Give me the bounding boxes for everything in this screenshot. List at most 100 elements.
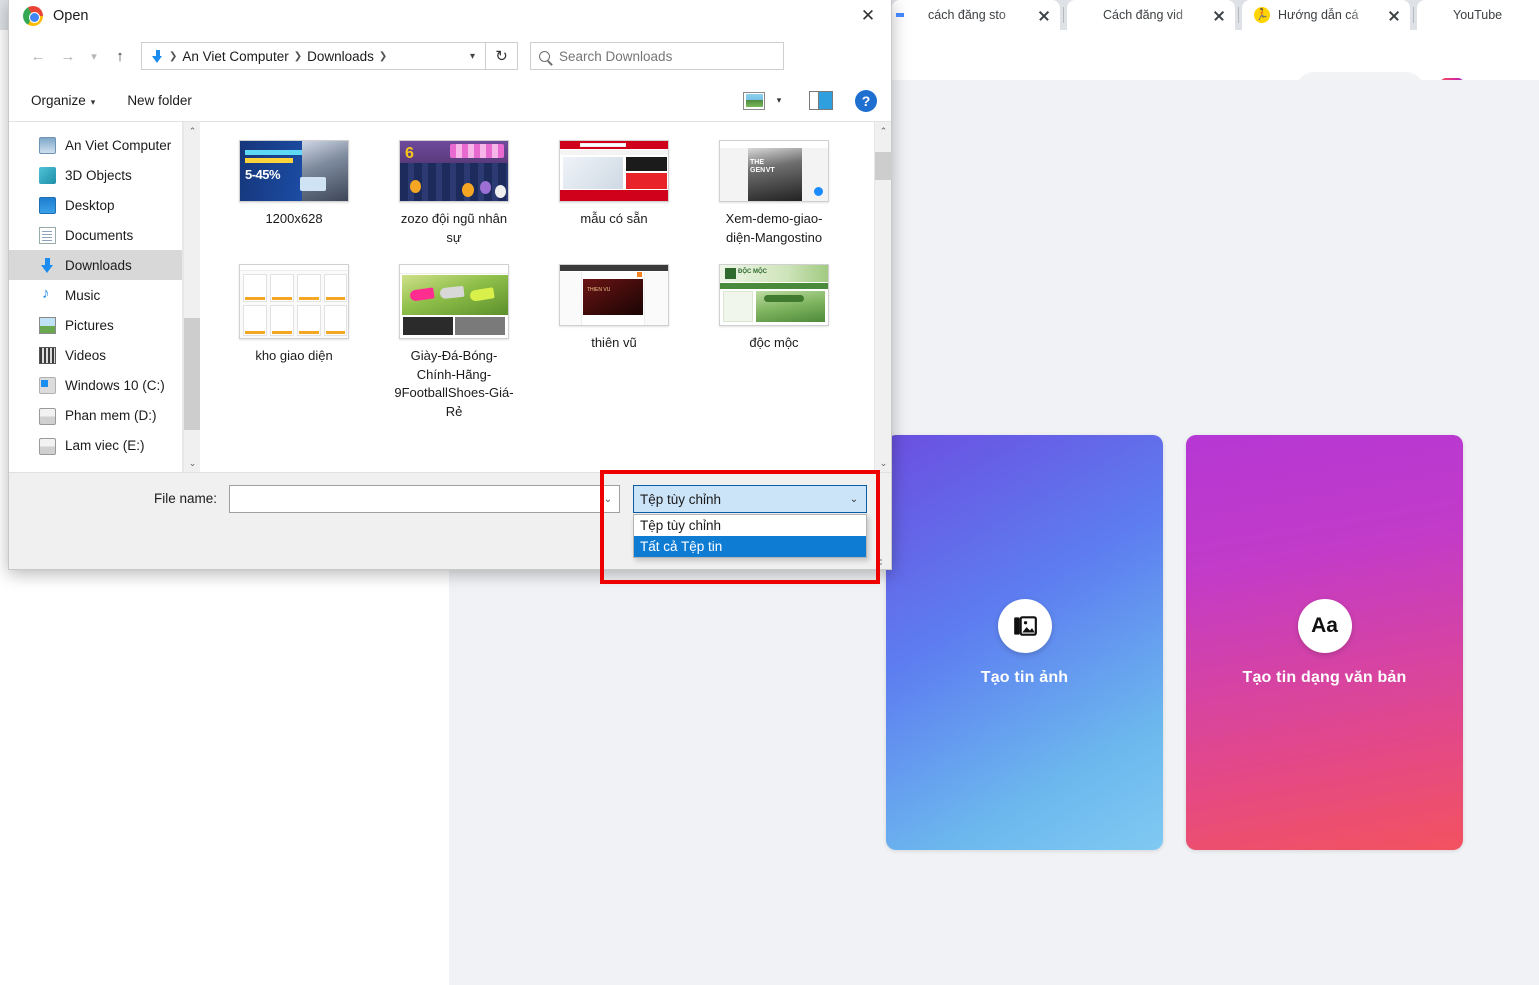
scroll-up-icon[interactable]: ⌃	[875, 122, 892, 140]
tab-title: YouTube	[1453, 8, 1503, 22]
browser-tab-1[interactable]: cách đăng sto	[892, 0, 1060, 30]
organize-button[interactable]: Organize ▾	[21, 89, 105, 112]
tab-title: Cách đăng vid	[1103, 8, 1183, 22]
file-type-option-all-files[interactable]: Tất cả Tệp tin	[634, 536, 866, 557]
chrome-icon	[23, 6, 43, 26]
breadcrumb[interactable]: ❯ An Viet Computer ❯ Downloads ❯ ▾	[141, 42, 486, 70]
back-button[interactable]: ←	[23, 41, 53, 71]
sidebar-item-windows-10-c[interactable]: Windows 10 (C:)	[9, 370, 182, 400]
file-item[interactable]: ĐỘC MỘC độc mộc	[694, 258, 854, 432]
chevron-down-icon[interactable]: ⌄	[842, 494, 866, 505]
scroll-up-icon[interactable]: ⌃	[184, 122, 201, 140]
sidebar-item-desktop[interactable]: Desktop	[9, 190, 182, 220]
up-button[interactable]: ↑	[105, 41, 135, 71]
chevron-down-icon[interactable]: ⌄	[597, 494, 619, 505]
document-icon	[39, 226, 56, 244]
sidebar-item-label: Music	[65, 287, 101, 303]
file-grid: 5-45% 1200x628 6 zozo đội ngũ nhân sự mẫ…	[200, 122, 874, 432]
sidebar-item-lam-viec-e[interactable]: Lam viec (E:)	[9, 430, 182, 460]
sidebar-item-label: Pictures	[65, 317, 114, 333]
scroll-down-icon[interactable]: ⌄	[184, 454, 201, 472]
close-icon[interactable]: ✕	[845, 0, 891, 32]
file-thumbnail: THIEN VU	[559, 263, 669, 326]
sidebar-item-phan-mem-d[interactable]: Phan mem (D:)	[9, 400, 182, 430]
search-icon	[539, 50, 550, 62]
windows-drive-icon	[39, 376, 56, 394]
sidebar-item-label: Documents	[65, 227, 134, 243]
youtube-icon	[1429, 7, 1445, 23]
browser-tab-4[interactable]: YouTube	[1417, 0, 1539, 30]
file-item[interactable]: THE GEN VT Xem-demo-giao-diện-Mangostino	[694, 134, 854, 258]
tab-separator	[1063, 7, 1064, 23]
sidebar-item-downloads[interactable]: Downloads	[9, 250, 182, 280]
file-item[interactable]: kho giao diện	[214, 258, 374, 432]
search-box[interactable]: Search Downloads	[530, 42, 784, 70]
file-type-option-custom[interactable]: Tệp tùy chỉnh	[634, 515, 866, 536]
sidebar-item-an-viet-computer[interactable]: An Viet Computer	[9, 130, 182, 160]
dialog-command-bar: Organize ▾ New folder ▾ ?	[9, 80, 891, 122]
file-item[interactable]: Giày-Đá-Bóng-Chính-Hãng-9FootballShoes-G…	[374, 258, 534, 432]
file-name-label: File name:	[154, 491, 218, 506]
file-name-input[interactable]: ⌄	[229, 485, 620, 513]
file-type-filter-combobox[interactable]: Tệp tùy chỉnh ⌄	[633, 485, 867, 513]
file-name: Giày-Đá-Bóng-Chính-Hãng-9FootballShoes-G…	[394, 347, 514, 420]
scroll-down-icon[interactable]: ⌄	[875, 454, 892, 472]
computer-icon	[39, 136, 56, 154]
search-input-placeholder[interactable]: Search Downloads	[559, 49, 672, 64]
preview-pane-icon[interactable]	[809, 91, 833, 110]
file-list-pane[interactable]: 5-45% 1200x628 6 zozo đội ngũ nhân sự mẫ…	[200, 122, 874, 472]
file-item[interactable]: mẫu có sẵn	[534, 134, 694, 258]
dialog-navigation-bar: ← → ▾ ↑ ❯ An Viet Computer ❯ Downloads ❯…	[9, 32, 891, 80]
new-folder-button[interactable]: New folder	[117, 89, 202, 112]
sidebar-item-videos[interactable]: Videos	[9, 340, 182, 370]
help-icon[interactable]: ?	[855, 89, 877, 112]
tab-close-icon[interactable]	[1036, 7, 1052, 23]
file-item[interactable]: 5-45% 1200x628	[214, 134, 374, 258]
breadcrumb-item-1[interactable]: Downloads	[304, 49, 377, 64]
resize-grip[interactable]	[875, 558, 887, 570]
file-thumbnail	[399, 263, 509, 339]
file-type-dropdown-list[interactable]: Tệp tùy chỉnh Tất cả Tệp tin	[633, 514, 867, 558]
file-list-scrollbar[interactable]: ⌃ ⌄	[874, 122, 892, 472]
file-name: độc mộc	[749, 334, 799, 350]
tab-title: cách đăng sto	[928, 8, 1006, 22]
file-item[interactable]: THIEN VU thiên vũ	[534, 258, 694, 432]
scrollbar-thumb[interactable]	[875, 152, 892, 180]
recent-locations-button[interactable]: ▾	[83, 41, 105, 71]
file-name: thiên vũ	[591, 334, 637, 350]
dialog-title: Open	[53, 8, 89, 24]
dialog-body: An Viet Computer 3D Objects Desktop Docu…	[9, 122, 892, 472]
file-name: Xem-demo-giao-diện-Mangostino	[725, 211, 823, 245]
sidebar-item-label: Desktop	[65, 197, 115, 213]
forward-button[interactable]: →	[53, 41, 83, 71]
photo-icon	[997, 598, 1052, 653]
file-name: zozo đội ngũ nhân sự	[400, 211, 508, 245]
sidebar-scrollbar[interactable]: ⌃ ⌄	[183, 122, 201, 472]
aa-text-icon: Aa	[1297, 598, 1352, 653]
dialog-title-bar: Open ✕	[9, 0, 891, 32]
tab-close-icon[interactable]	[1386, 7, 1402, 23]
sidebar-item-pictures[interactable]: Pictures	[9, 310, 182, 340]
file-name: 1200x628	[265, 211, 323, 226]
tab-close-icon[interactable]	[1211, 7, 1227, 23]
view-options-icon[interactable]	[743, 91, 765, 110]
create-photo-story-card[interactable]: Tạo tin ảnh	[886, 435, 1163, 850]
file-name: kho giao diện	[255, 347, 333, 363]
sidebar-item-documents[interactable]: Documents	[9, 220, 182, 250]
scrollbar-thumb[interactable]	[184, 318, 201, 430]
breadcrumb-separator: ❯	[169, 50, 178, 62]
sidebar-item-3d-objects[interactable]: 3D Objects	[9, 160, 182, 190]
breadcrumb-item-0[interactable]: An Viet Computer	[179, 49, 291, 64]
card-label: Tạo tin dạng văn bản	[1242, 668, 1407, 686]
chevron-down-icon[interactable]: ▾	[470, 51, 481, 62]
browser-tab-3[interactable]: 🏃 Hướng dẫn cá	[1242, 0, 1410, 30]
sidebar-item-label: Downloads	[65, 257, 132, 273]
file-item[interactable]: 6 zozo đội ngũ nhân sự	[374, 134, 534, 258]
create-text-story-card[interactable]: Aa Tạo tin dạng văn bản	[1186, 435, 1463, 850]
sidebar-item-label: An Viet Computer	[65, 137, 172, 153]
view-options-caret-icon[interactable]: ▾	[769, 95, 789, 106]
browser-tab-2[interactable]: Cách đăng vid	[1067, 0, 1235, 30]
refresh-icon[interactable]: ↻	[486, 42, 518, 70]
sidebar-item-music[interactable]: Music	[9, 280, 182, 310]
drive-icon	[39, 438, 56, 455]
